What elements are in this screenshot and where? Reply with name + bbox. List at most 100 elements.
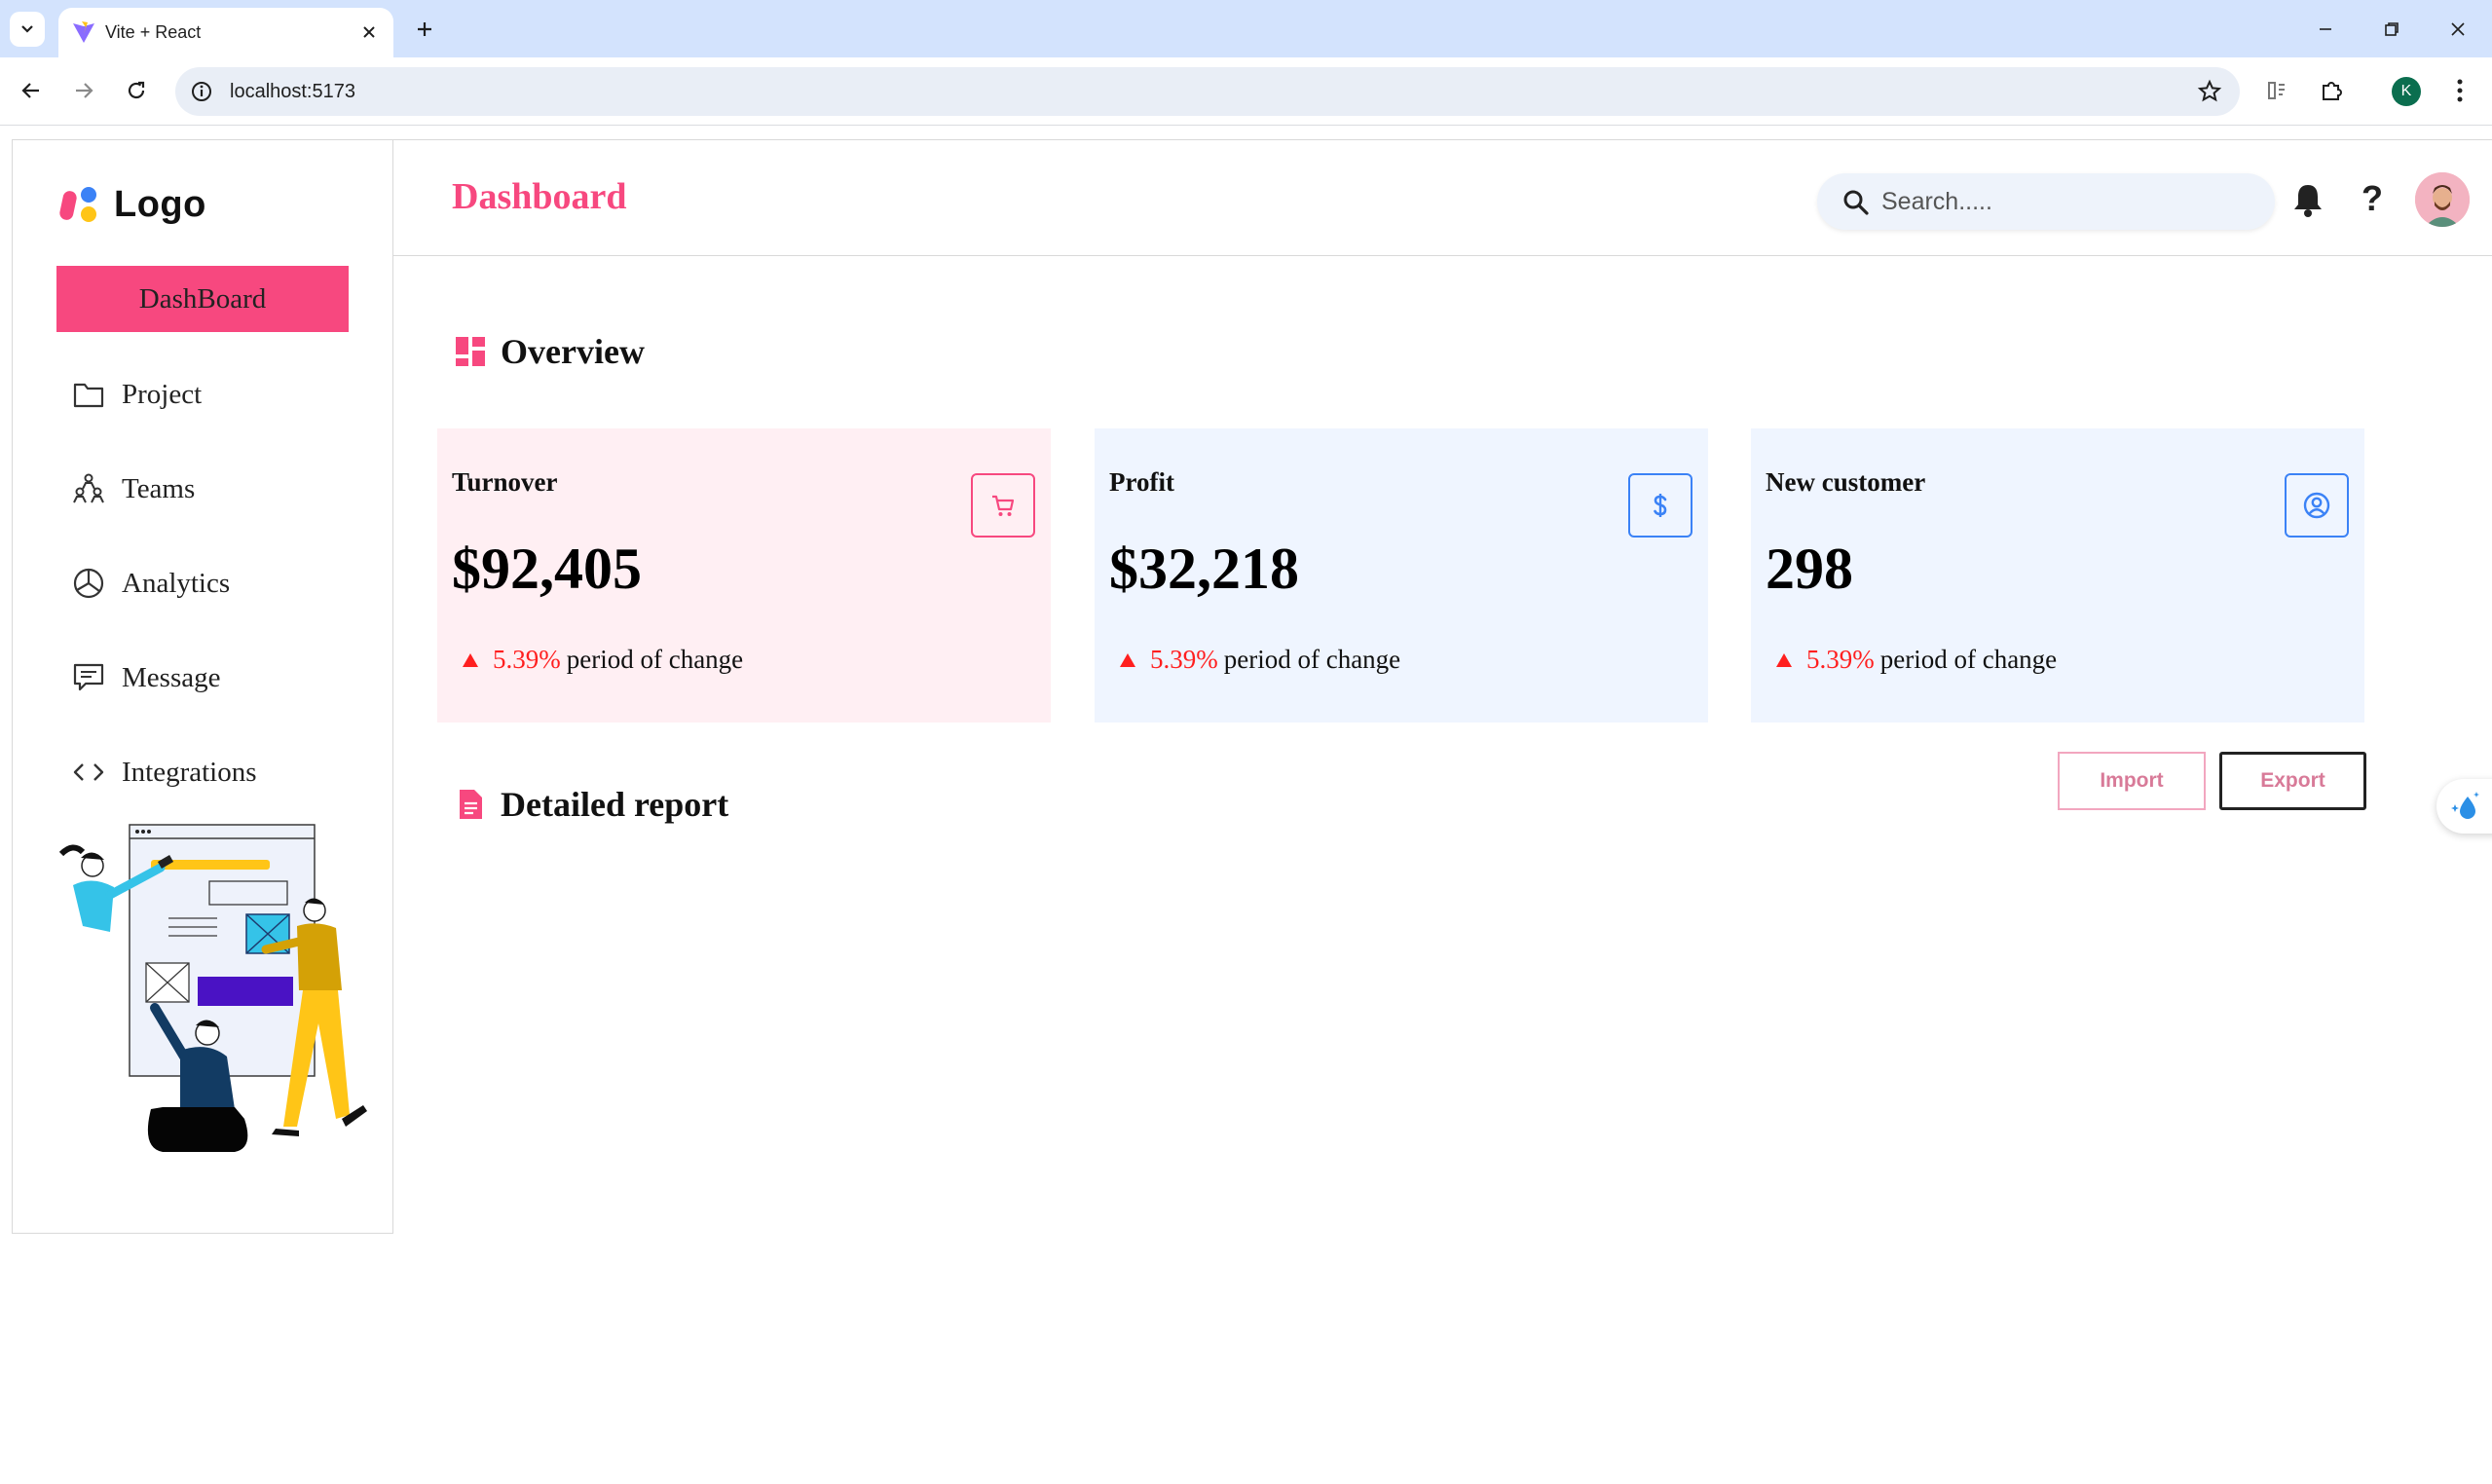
card-title: New customer — [1766, 467, 1926, 497]
customer-card-button[interactable] — [2285, 473, 2349, 538]
sidebar-item-message[interactable]: Message — [71, 650, 220, 705]
close-window-button[interactable] — [2427, 8, 2489, 51]
change-percent: 5.39% — [1806, 645, 1875, 674]
search-box[interactable] — [1817, 173, 2275, 230]
browser-tab-strip: Vite + React — [0, 0, 2492, 57]
vite-favicon-icon — [73, 21, 94, 43]
sidebar-item-dashboard[interactable]: DashBoard — [56, 266, 349, 332]
reload-icon — [128, 81, 145, 99]
card-value: $92,405 — [452, 537, 642, 601]
floating-assistant-button[interactable] — [2436, 779, 2492, 834]
sidebar-item-label: Teams — [122, 472, 196, 504]
pie-chart-icon — [71, 566, 106, 601]
card-change: 5.39% period of change — [1775, 645, 2057, 675]
bell-icon[interactable] — [2287, 179, 2329, 222]
reading-mode-icon — [2268, 82, 2285, 99]
sidebar-item-label: Project — [122, 378, 203, 410]
tab-search-button[interactable] — [10, 12, 45, 47]
sidebar-item-teams[interactable]: Teams — [71, 462, 195, 516]
message-icon — [71, 660, 106, 695]
sidebar: Logo DashBoard Project Teams Analytics M… — [12, 139, 393, 1234]
url-text[interactable]: localhost:5173 — [230, 67, 355, 116]
sidebar-item-analytics[interactable]: Analytics — [71, 556, 230, 611]
sidebar-item-label: Integrations — [122, 756, 257, 788]
arrow-right-icon — [76, 83, 93, 98]
dollar-icon — [1654, 494, 1667, 517]
dashboard-grid-icon — [456, 337, 485, 366]
extensions-button[interactable] — [2314, 73, 2349, 108]
user-photo — [2415, 172, 2470, 227]
browser-menu-button[interactable] — [2442, 73, 2477, 108]
search-input[interactable] — [1881, 173, 2251, 230]
teams-icon — [71, 471, 106, 506]
turnover-card-button[interactable] — [971, 473, 1035, 538]
minimize-icon — [2320, 28, 2331, 30]
browser-tab[interactable]: Vite + React — [58, 8, 393, 57]
new-tab-button[interactable] — [407, 12, 442, 47]
profit-card-button[interactable] — [1628, 473, 1692, 538]
back-button[interactable] — [12, 71, 51, 110]
sidebar-item-integrations[interactable]: Integrations — [71, 745, 257, 799]
card-value: 298 — [1766, 537, 1853, 601]
change-percent: 5.39% — [493, 645, 561, 674]
star-icon[interactable] — [2197, 79, 2222, 104]
page-title: Dashboard — [452, 176, 627, 217]
restore-icon — [2385, 22, 2399, 36]
change-label: period of change — [1879, 645, 2058, 674]
info-icon[interactable] — [189, 79, 214, 104]
forward-button[interactable] — [64, 71, 103, 110]
card-change: 5.39% period of change — [1119, 645, 1400, 675]
triangle-up-icon — [463, 652, 478, 667]
puzzle-icon — [2323, 82, 2342, 100]
logo-text: Logo — [114, 183, 206, 225]
sparkle-drop-icon — [2451, 792, 2479, 819]
plus-icon — [418, 22, 431, 36]
kebab-menu-icon — [2457, 79, 2463, 102]
restore-button[interactable] — [2361, 8, 2423, 51]
folder-icon — [71, 377, 106, 412]
cart-icon — [992, 495, 1015, 516]
app-header: Dashboard ? — [393, 139, 2492, 256]
export-button[interactable]: Export — [2219, 752, 2366, 810]
team-illustration — [58, 824, 367, 1152]
logo-mark-icon — [59, 187, 96, 222]
triangle-up-icon — [1120, 652, 1135, 667]
overview-title: Overview — [501, 332, 645, 371]
card-title: Profit — [1109, 467, 1174, 497]
sidebar-item-project[interactable]: Project — [71, 367, 202, 422]
change-label: period of change — [566, 645, 744, 674]
detailed-report-title: Detailed report — [501, 785, 729, 824]
avatar[interactable] — [2415, 172, 2470, 227]
reading-mode-button[interactable] — [2259, 73, 2294, 108]
card-change: 5.39% period of change — [462, 645, 743, 675]
search-icon — [1843, 190, 1869, 215]
card-value: $32,218 — [1109, 537, 1299, 601]
card-title: Turnover — [452, 467, 558, 497]
import-button[interactable]: Import — [2058, 752, 2206, 810]
address-bar[interactable]: localhost:5173 — [175, 67, 2240, 116]
tab-close-button[interactable] — [356, 19, 382, 45]
stat-card-turnover: Turnover $92,405 5.39% period of change — [437, 428, 1051, 723]
change-label: period of change — [1223, 645, 1401, 674]
close-icon — [2451, 22, 2465, 36]
minimize-button[interactable] — [2294, 8, 2357, 51]
sidebar-item-label: Analytics — [122, 567, 231, 599]
detailed-report-heading: Detailed report — [454, 784, 728, 825]
stat-card-profit: Profit $32,218 5.39% period of change — [1095, 428, 1708, 723]
document-icon — [460, 790, 482, 819]
browser-toolbar: localhost:5173 K — [0, 57, 2492, 126]
arrow-left-icon — [21, 83, 39, 98]
sidebar-item-label: Message — [122, 661, 221, 693]
triangle-up-icon — [1776, 652, 1792, 667]
reload-button[interactable] — [117, 71, 156, 110]
overview-heading: Overview — [454, 331, 645, 372]
help-icon[interactable]: ? — [2351, 177, 2394, 220]
close-icon — [363, 26, 375, 38]
logo[interactable]: Logo — [59, 183, 206, 226]
stat-card-new-customer: New customer 298 5.39% period of change — [1751, 428, 2364, 723]
user-circle-icon — [2303, 492, 2330, 519]
profile-avatar[interactable]: K — [2392, 77, 2421, 106]
change-percent: 5.39% — [1150, 645, 1218, 674]
code-icon — [71, 755, 106, 790]
chevron-down-icon — [21, 25, 33, 33]
